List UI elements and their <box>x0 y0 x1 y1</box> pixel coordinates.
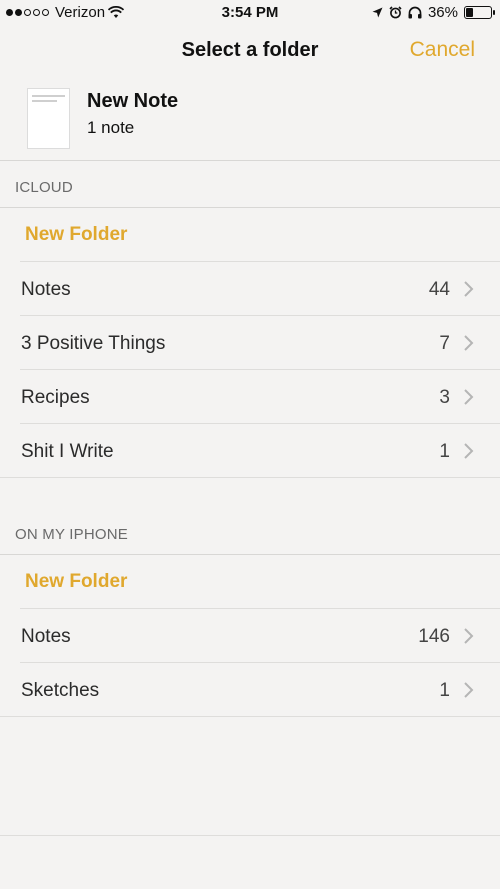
new-folder-label: New Folder <box>25 571 128 592</box>
note-count: 1 note <box>87 118 135 137</box>
folder-name: Shit I Write <box>21 441 114 462</box>
section-header-label: ICLOUD <box>15 179 73 196</box>
folder-count: 7 <box>439 333 450 354</box>
battery-percent: 36% <box>427 4 458 21</box>
section-header-icloud: ICLOUD <box>0 161 500 208</box>
folder-row[interactable]: Notes 146 <box>0 609 500 663</box>
folder-row[interactable]: Sketches 1 <box>0 663 500 717</box>
headphones-icon <box>408 6 422 19</box>
chevron-right-icon <box>464 628 474 644</box>
status-bar: Verizon 3:54 PM 36% <box>0 0 500 26</box>
section-header-label: ON MY IPHONE <box>15 526 128 543</box>
new-folder-button-icloud[interactable]: New Folder <box>0 208 500 262</box>
folder-name: Recipes <box>21 387 90 408</box>
folder-name: Notes <box>21 626 71 647</box>
folder-name: Sketches <box>21 680 100 701</box>
folder-count: 1 <box>439 680 450 701</box>
chevron-right-icon <box>464 335 474 351</box>
battery-icon <box>464 6 495 19</box>
nav-bar: Select a folder Cancel <box>0 26 500 76</box>
note-title: New Note <box>87 90 179 112</box>
folder-row[interactable]: Shit I Write 1 <box>0 424 500 478</box>
cancel-button[interactable]: Cancel <box>410 38 475 62</box>
folder-name: Notes <box>21 279 71 300</box>
icloud-folder-list: New Folder Notes 44 3 Positive Things 7 … <box>0 208 500 478</box>
divider <box>0 835 500 836</box>
alarm-icon <box>389 6 402 19</box>
iphone-folder-list: New Folder Notes 146 Sketches 1 <box>0 555 500 717</box>
note-thumbnail <box>27 88 70 149</box>
folder-count: 1 <box>439 441 450 462</box>
folder-count: 146 <box>418 626 450 647</box>
status-right: 36% <box>372 4 495 21</box>
section-header-iphone: ON MY IPHONE <box>0 508 500 555</box>
chevron-right-icon <box>464 682 474 698</box>
folder-row[interactable]: Notes 44 <box>0 262 500 316</box>
folder-count: 44 <box>428 279 450 300</box>
folder-count: 3 <box>439 387 450 408</box>
new-folder-label: New Folder <box>25 224 128 245</box>
folder-row[interactable]: Recipes 3 <box>0 370 500 424</box>
folder-name: 3 Positive Things <box>21 333 166 354</box>
chevron-right-icon <box>464 389 474 405</box>
chevron-right-icon <box>464 443 474 459</box>
folder-row[interactable]: 3 Positive Things 7 <box>0 316 500 370</box>
note-preview: New Note 1 note <box>0 76 500 161</box>
new-folder-button-iphone[interactable]: New Folder <box>0 555 500 609</box>
chevron-right-icon <box>464 281 474 297</box>
location-icon <box>372 7 383 18</box>
